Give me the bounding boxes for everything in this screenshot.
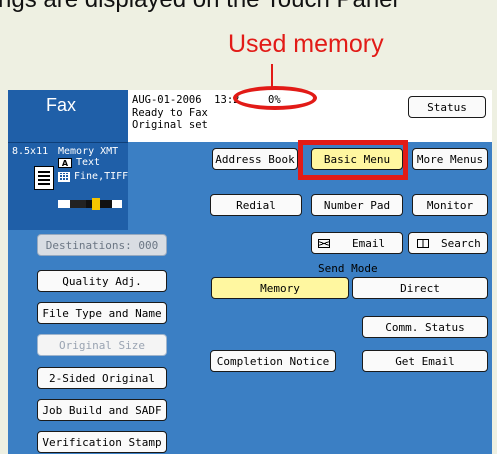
memory-mode-button[interactable]: Memory (211, 277, 349, 299)
get-email-button[interactable]: Get Email (362, 350, 488, 372)
contrast-slider-icon (58, 198, 122, 210)
search-label: Search (441, 236, 481, 250)
grid-icon (58, 172, 70, 182)
basic-menu-highlight-rect (298, 140, 408, 180)
document-icon (34, 166, 54, 190)
used-memory-callout: Used memory (228, 30, 384, 58)
memory-highlight-ellipse (233, 86, 317, 110)
tab-more-menus[interactable]: More Menus (412, 148, 488, 170)
original-size-button[interactable]: Original Size (37, 334, 167, 356)
job-build-sadf-button[interactable]: Job Build and SADF (37, 399, 167, 421)
paper-size: 8.5x11 (12, 146, 49, 157)
page-heading-partial: ngs are displayed on the Touch Panel (0, 0, 398, 16)
text-mode-label: Text (76, 157, 101, 168)
email-button[interactable]: Email (311, 232, 403, 254)
app-title: Fax (46, 95, 77, 115)
resolution-label: Fine,TIFF (74, 171, 129, 182)
file-type-name-button[interactable]: File Type and Name (37, 302, 167, 324)
send-mode-label: Send Mode (318, 262, 378, 275)
two-sided-original-button[interactable]: 2-Sided Original (37, 367, 167, 389)
status-button[interactable]: Status (408, 96, 486, 118)
verification-stamp-button[interactable]: Verification Stamp (37, 431, 167, 453)
status-text: AUG-01-2006 13:2 Ready to Fax Original s… (132, 94, 240, 131)
envelope-icon (318, 238, 330, 248)
monitor-button[interactable]: Monitor (412, 194, 488, 216)
search-button[interactable]: Search (408, 232, 488, 254)
memory-xmt-label: Memory XMT (58, 146, 119, 157)
letter-a-icon: A (58, 158, 72, 168)
quality-adj-button[interactable]: Quality Adj. (37, 270, 167, 292)
redial-button[interactable]: Redial (210, 194, 302, 216)
destinations-button[interactable]: Destinations: 000 (37, 234, 167, 256)
completion-notice-button[interactable]: Completion Notice (210, 350, 336, 372)
comm-status-button[interactable]: Comm. Status (362, 316, 488, 338)
tab-address-book[interactable]: Address Book (212, 148, 298, 170)
email-label: Email (352, 236, 386, 250)
direct-mode-button[interactable]: Direct (352, 277, 488, 299)
book-icon (417, 238, 429, 248)
number-pad-button[interactable]: Number Pad (311, 194, 403, 216)
